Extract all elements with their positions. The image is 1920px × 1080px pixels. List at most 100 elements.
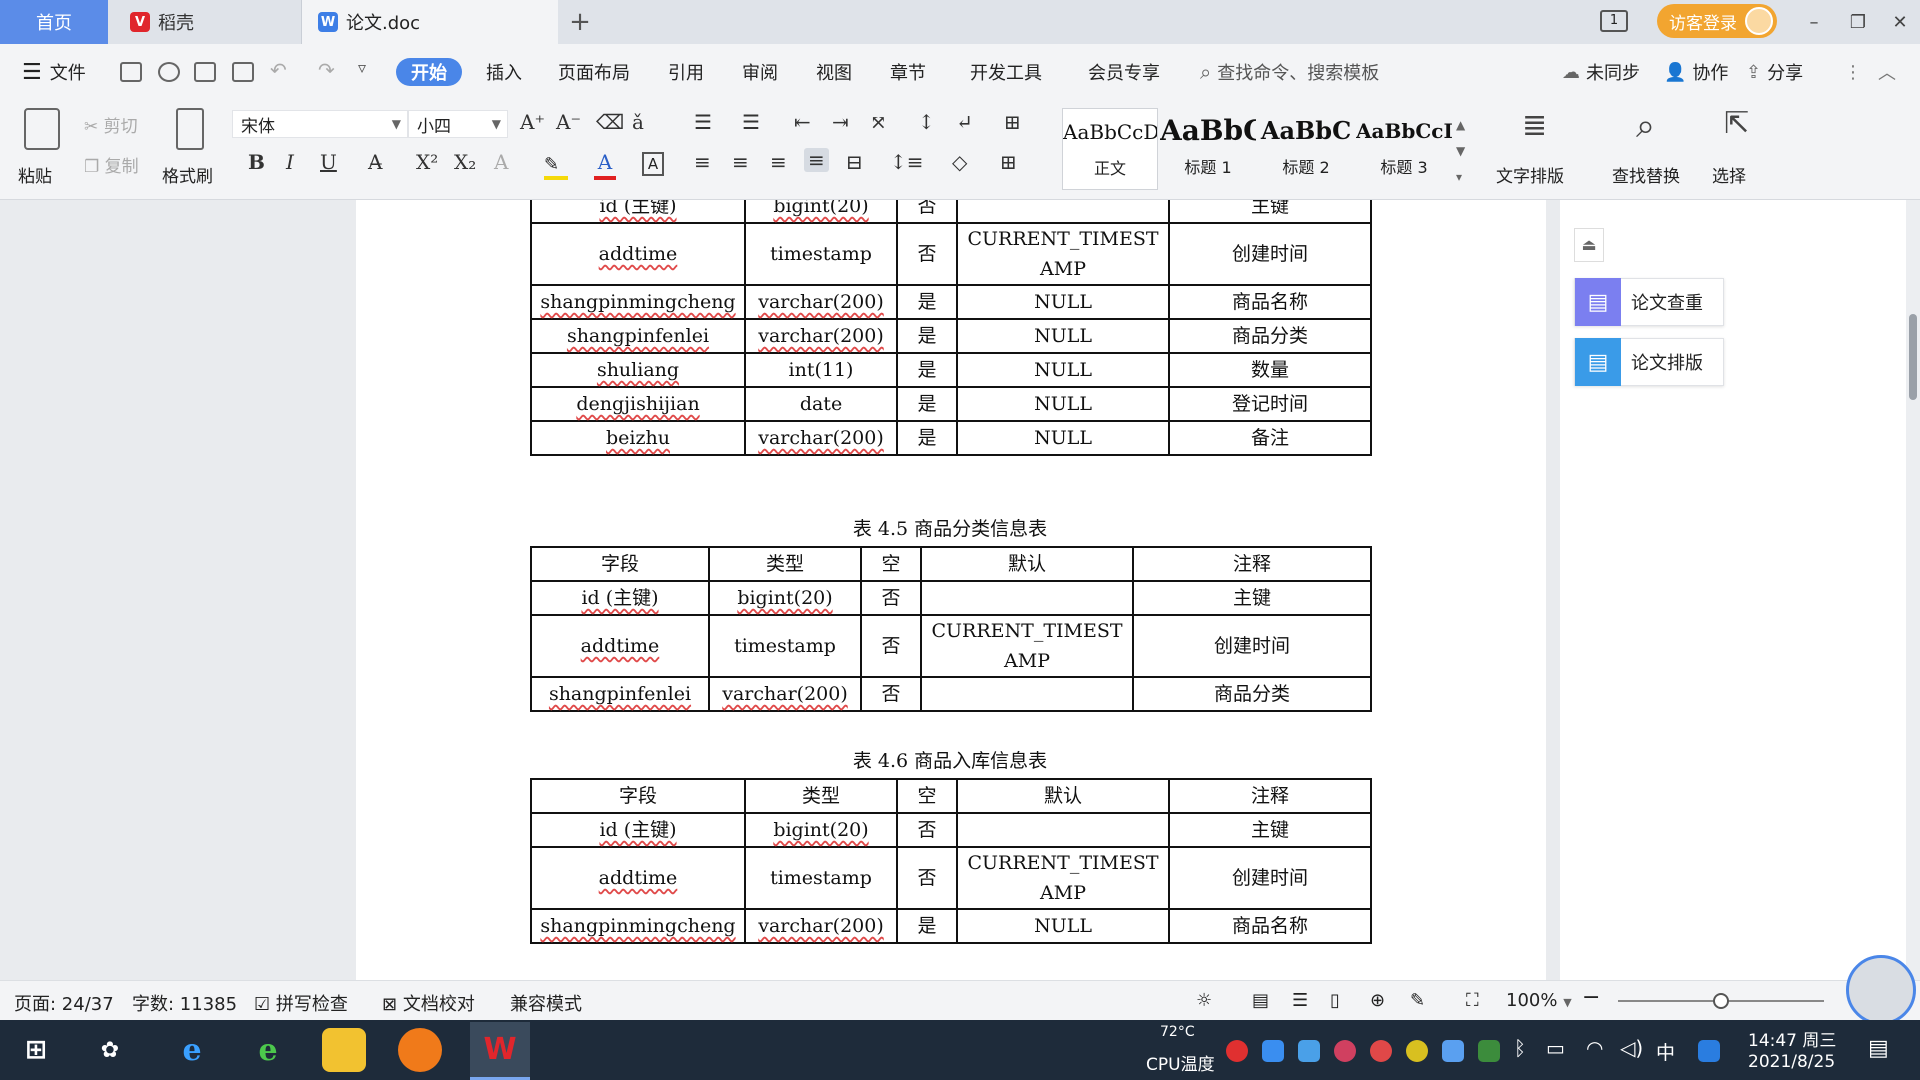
text-layout-button[interactable]: 文字排版 (1496, 162, 1564, 187)
pinwheel-app-icon[interactable]: ✿ (88, 1028, 132, 1072)
format-painter-icon[interactable] (176, 108, 204, 150)
wifi-icon[interactable]: ◠ (1586, 1036, 1603, 1060)
superscript-icon[interactable]: X² (416, 150, 438, 174)
copy-button[interactable]: ❐ 复制 (84, 152, 139, 177)
decrease-font-icon[interactable]: A⁻ (556, 110, 581, 134)
style-normal[interactable]: AaBbCcDd 正文 (1062, 108, 1158, 190)
pen-icon[interactable]: ✎ (1410, 990, 1425, 1011)
cut-button[interactable]: ✂ 剪切 (84, 112, 138, 137)
clock-date[interactable]: 2021/8/25 (1748, 1052, 1835, 1072)
cursor-icon[interactable]: ⇱ (1724, 106, 1749, 141)
wps-taskbar-button[interactable]: W (470, 1022, 530, 1080)
phonetic-icon[interactable]: ǎ (632, 110, 644, 134)
print-preview-icon[interactable] (232, 62, 254, 82)
thesis-layout-button[interactable]: ▤ 论文排版 (1574, 338, 1724, 386)
scrollbar-thumb[interactable] (1909, 314, 1917, 400)
page-indicator-icon[interactable]: 1 (1600, 10, 1628, 32)
tray-app-icon[interactable] (1442, 1040, 1464, 1062)
line-spacing-icon[interactable]: ↕≡ (890, 150, 924, 174)
tray-app-icon[interactable] (1334, 1040, 1356, 1062)
page-counter[interactable]: 页面: 24/37 (14, 990, 114, 1016)
italic-button[interactable]: I (286, 150, 294, 174)
ie-browser-icon[interactable]: e (170, 1028, 214, 1072)
plagiarism-check-button[interactable]: ▤ 论文查重 (1574, 278, 1724, 326)
style-heading-3[interactable]: AaBbCcI 标题 3 (1356, 108, 1452, 190)
reading-view-icon[interactable]: ▯ (1330, 990, 1340, 1011)
tray-app-icon[interactable] (1226, 1040, 1248, 1062)
tab-dev-tools[interactable]: 开发工具 (970, 58, 1042, 86)
history-icon[interactable] (158, 62, 180, 82)
text-effect-icon[interactable]: A (494, 150, 508, 174)
tray-app-icon[interactable] (1406, 1040, 1428, 1062)
page-view-icon[interactable]: ▤ (1252, 990, 1269, 1011)
format-painter-button[interactable]: 格式刷 (162, 162, 213, 187)
text-layout-icon[interactable]: ≣ (1522, 108, 1547, 143)
browser-360-icon[interactable]: e (246, 1028, 290, 1072)
close-button[interactable]: ✕ (1882, 6, 1918, 38)
strikethrough-icon[interactable]: A̶ (368, 150, 382, 174)
save-icon[interactable] (120, 62, 142, 82)
nvidia-icon[interactable] (1478, 1040, 1500, 1062)
web-view-icon[interactable]: ⊕ (1370, 990, 1385, 1011)
distribute-icon[interactable]: ⊟ (846, 150, 863, 174)
style-heading-2[interactable]: AaBbC 标题 2 (1258, 108, 1354, 190)
paste-icon[interactable] (24, 108, 60, 150)
file-explorer-icon[interactable] (322, 1028, 366, 1072)
style-heading-1[interactable]: AaBbC 标题 1 (1160, 108, 1256, 190)
styles-scroll-icon[interactable]: ▲ ▼ ▾ (1456, 112, 1465, 190)
doc-proof-button[interactable]: ⊠ 文档校对 (382, 990, 475, 1016)
sort-icon[interactable]: ↕ (918, 110, 935, 134)
tab-stops-icon[interactable]: ⊞ (1004, 110, 1021, 134)
bluetooth-icon[interactable]: ᛒ (1514, 1036, 1526, 1060)
start-icon[interactable]: ⊞ (14, 1028, 58, 1072)
tab-page-layout[interactable]: 页面布局 (558, 58, 630, 86)
font-size-select[interactable]: 小四 ▼ (408, 110, 508, 138)
notification-icon[interactable]: ▤ (1868, 1036, 1889, 1061)
collapse-ribbon-icon[interactable]: ︿ (1878, 58, 1896, 86)
zoom-select[interactable]: 100% ▼ (1506, 990, 1572, 1011)
minimize-button[interactable]: – (1796, 6, 1832, 38)
tab-chapter[interactable]: 章节 (890, 58, 926, 86)
qq-icon[interactable] (1698, 1040, 1720, 1062)
visitor-login-button[interactable]: 访客登录 (1657, 4, 1777, 38)
tab-home[interactable]: 首页 (0, 0, 108, 44)
vertical-scrollbar[interactable] (1906, 200, 1920, 980)
fit-page-icon[interactable]: ⛶ (1466, 990, 1479, 1011)
collapse-panel-icon[interactable]: ⏏ (1574, 228, 1604, 262)
tray-app-icon[interactable] (1262, 1040, 1284, 1062)
bullet-list-icon[interactable]: ☰ (694, 110, 712, 134)
print-icon[interactable] (194, 62, 216, 82)
quick-access-dropdown-icon[interactable]: ▿ (358, 58, 366, 77)
chinese-layout-icon[interactable]: ⤧ (870, 110, 887, 134)
font-name-select[interactable]: 宋体 ▼ (232, 110, 408, 138)
tab-insert[interactable]: 插入 (486, 58, 522, 86)
assistant-bubble-icon[interactable] (1846, 955, 1916, 1025)
select-button[interactable]: 选择 (1712, 162, 1746, 187)
tab-member[interactable]: 会员专享 (1088, 58, 1160, 86)
tab-document[interactable]: W 论文.doc (302, 0, 558, 44)
align-right-icon[interactable]: ≡ (770, 150, 787, 174)
command-search[interactable]: ⌕ 查找命令、搜索模板 (1200, 58, 1379, 86)
tab-start[interactable]: 开始 (396, 58, 462, 86)
show-marks-icon[interactable]: ↵ (956, 110, 973, 134)
restore-button[interactable]: ❐ (1840, 6, 1876, 38)
redo-icon[interactable]: ↷ (318, 58, 335, 82)
new-tab-button[interactable]: + (558, 0, 602, 44)
battery-icon[interactable]: ▭ (1546, 1036, 1565, 1060)
align-left-icon[interactable]: ≡ (694, 150, 711, 174)
outline-view-icon[interactable]: ☰ (1292, 990, 1308, 1011)
justify-icon[interactable]: ≡ (804, 148, 829, 172)
char-border-icon[interactable]: A (642, 152, 664, 176)
numbered-list-icon[interactable]: ☰ (742, 110, 760, 134)
clear-format-icon[interactable]: ⌫ (596, 110, 624, 134)
share-button[interactable]: ⇪ 分享 (1746, 58, 1803, 86)
tab-references[interactable]: 引用 (668, 58, 704, 86)
ime-indicator[interactable]: 中 (1656, 1038, 1675, 1065)
zoom-slider-handle[interactable] (1713, 993, 1729, 1009)
find-replace-button[interactable]: 查找替换 (1612, 162, 1680, 187)
word-count[interactable]: 字数: 11385 (132, 990, 237, 1016)
tab-view[interactable]: 视图 (816, 58, 852, 86)
sync-button[interactable]: ☁ 未同步 (1562, 58, 1640, 86)
eye-protection-icon[interactable]: ☼ (1196, 990, 1212, 1011)
undo-icon[interactable]: ↶ (270, 58, 287, 82)
